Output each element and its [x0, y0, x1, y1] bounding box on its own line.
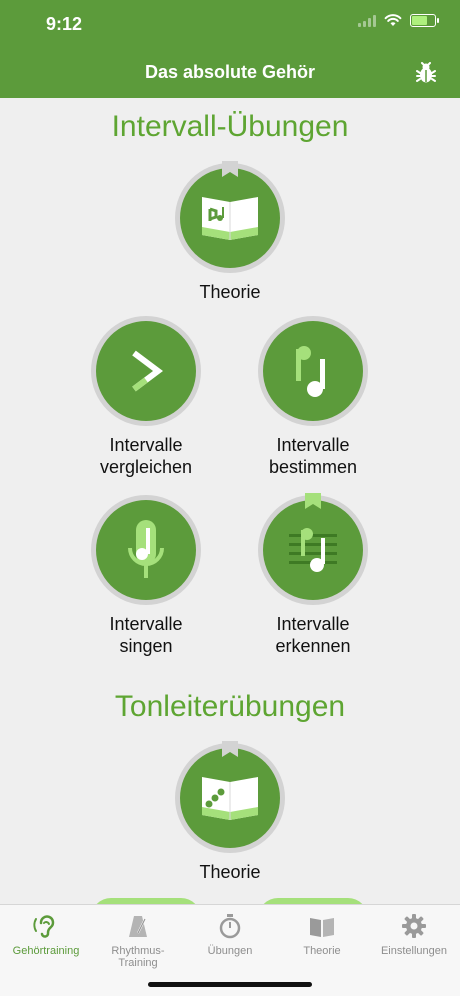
tab-rhythmus-training[interactable]: Rhythmus-Training [92, 913, 184, 969]
sing-intervals-tile[interactable]: Intervalle singen [56, 495, 236, 657]
scales-section-title: Tonleiterübungen [114, 690, 346, 723]
bookmark-ribbon-icon [222, 741, 238, 757]
intervals-section-title: Intervall-Übungen [111, 110, 349, 143]
recognize-intervals-tile[interactable]: Intervalle erkennen [223, 493, 403, 657]
bookmark-ribbon-icon [305, 493, 321, 509]
scales-theory-tile[interactable]: Theorie [140, 741, 320, 883]
scales-theory-button[interactable] [175, 741, 285, 853]
book-music-icon [202, 197, 258, 240]
sheet-music-icon [289, 528, 337, 572]
compare-intervals-tile[interactable]: Intervalle vergleichen [56, 316, 236, 478]
interval-theory-button[interactable] [175, 161, 285, 273]
tab-uebungen[interactable]: Übungen [184, 913, 276, 957]
identify-intervals-tile[interactable]: Intervalle bestimmen [223, 316, 403, 478]
tab-gehoertraining[interactable]: Gehörtraining [0, 913, 92, 957]
status-icons [358, 14, 439, 27]
tab-label: Übungen [207, 945, 253, 957]
recognize-intervals-button[interactable] [258, 493, 368, 605]
wifi-icon [384, 14, 402, 26]
tab-label: Einstellungen [380, 945, 448, 957]
battery-icon [410, 14, 439, 27]
status-time: 9:12 [46, 14, 83, 34]
identify-intervals-label: Intervalle bestimmen [268, 435, 358, 477]
microphone-icon [128, 520, 164, 578]
identify-intervals-button[interactable] [258, 316, 368, 426]
compare-intervals-button[interactable] [91, 316, 201, 426]
bookmark-ribbon-icon [222, 161, 238, 177]
sing-intervals-label: Intervalle singen [109, 614, 183, 656]
cellular-signal-icon [358, 14, 376, 27]
compare-intervals-label: Intervalle vergleichen [99, 435, 193, 477]
nav-title: Das absolute Gehör [144, 62, 316, 82]
app-header: 9:12 Das absolute Gehör [0, 0, 460, 98]
ear-icon [33, 915, 55, 938]
tab-label: Theorie [303, 945, 341, 957]
bug-icon[interactable] [416, 62, 436, 84]
greater-than-icon [132, 350, 163, 392]
tab-label: Rhythmus-Training [111, 945, 165, 969]
tab-einstellungen[interactable]: Einstellungen [368, 913, 460, 957]
recognize-intervals-label: Intervalle erkennen [275, 614, 351, 656]
tab-label: Gehörtraining [12, 945, 80, 957]
interval-theory-tile[interactable]: Theorie [140, 161, 320, 303]
tab-theorie[interactable]: Theorie [276, 913, 368, 957]
interval-theory-label: Theorie [199, 282, 261, 302]
scales-theory-label: Theorie [199, 862, 261, 882]
stopwatch-icon [219, 914, 241, 939]
sing-intervals-button[interactable] [91, 495, 201, 605]
home-indicator [148, 982, 312, 987]
metronome-icon [129, 916, 147, 937]
book-icon [310, 918, 334, 937]
book-scale-icon [202, 777, 258, 820]
gear-icon [402, 914, 426, 938]
music-notes-icon [296, 346, 325, 397]
